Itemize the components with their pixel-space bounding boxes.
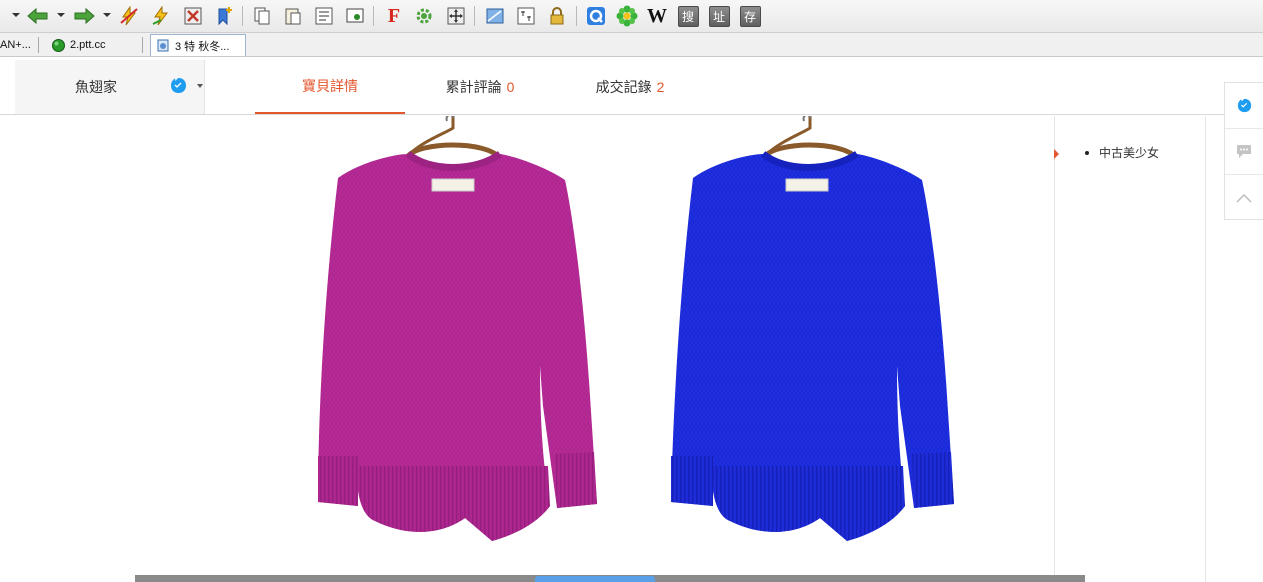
image-icon[interactable] xyxy=(484,5,506,27)
back-arrow-icon[interactable] xyxy=(27,5,49,27)
address-char-button[interactable]: 址 xyxy=(708,5,730,27)
lightning-refresh-icon[interactable] xyxy=(150,5,172,27)
product-main: 中古美少女 xyxy=(0,116,1263,582)
lightning-stop-icon[interactable] xyxy=(118,5,140,27)
shop-name: 魚翅家 xyxy=(75,80,117,96)
tab-label: 2.ptt.cc xyxy=(70,39,106,51)
close-page-icon[interactable] xyxy=(182,5,204,27)
chevron-up-icon xyxy=(1236,193,1252,203)
flash-label: F xyxy=(387,4,401,27)
page-icon xyxy=(157,39,169,52)
copy-icon[interactable] xyxy=(251,5,273,27)
transactions-count: 2 xyxy=(656,79,665,95)
wikipedia-label: W xyxy=(647,4,667,27)
gear-icon[interactable] xyxy=(413,5,435,27)
chat-wangwang-button[interactable] xyxy=(1225,83,1263,129)
tab-label: AN+... xyxy=(0,39,31,51)
tab-1[interactable]: AN+... xyxy=(0,34,38,56)
shop-info[interactable]: 魚翅家 xyxy=(15,60,205,114)
flower-icon[interactable] xyxy=(616,5,638,27)
chevron-down-icon[interactable] xyxy=(197,84,203,88)
list-item[interactable]: 中古美少女 xyxy=(1085,144,1159,161)
browser-tab-bar: AN+... 2.ptt.cc 3 特 秋冬... xyxy=(0,33,1263,57)
product-image xyxy=(318,116,954,541)
tab-transactions[interactable]: 成交記錄 2 xyxy=(555,60,705,114)
search-char-button[interactable]: 搜 xyxy=(677,5,699,27)
pin-add-icon[interactable] xyxy=(213,5,235,27)
related-column: 中古美少女 xyxy=(1054,116,1206,582)
bullet-icon xyxy=(1085,150,1089,155)
scrollbar-thumb[interactable] xyxy=(535,576,655,582)
translate-icon[interactable] xyxy=(515,5,537,27)
forward-dropdown-caret-icon[interactable] xyxy=(103,13,111,17)
tab-label: 3 特 秋冬... xyxy=(175,40,230,53)
magenta-sweater xyxy=(318,116,597,541)
floating-toolbar xyxy=(1224,82,1263,220)
globe-icon xyxy=(52,38,65,52)
lock-icon[interactable] xyxy=(546,5,568,27)
paste-icon[interactable] xyxy=(282,5,304,27)
reviews-count: 0 xyxy=(506,79,515,95)
kuaishou-icon[interactable] xyxy=(585,5,607,27)
page-list-icon[interactable] xyxy=(313,5,335,27)
back-to-top-button[interactable] xyxy=(1225,175,1263,221)
screenshot-icon[interactable] xyxy=(344,5,366,27)
fullscreen-icon[interactable] xyxy=(445,5,467,27)
comment-button[interactable] xyxy=(1225,129,1263,175)
tab-details[interactable]: 寶貝詳情 xyxy=(255,60,405,114)
tab-3-active[interactable]: 3 特 秋冬... xyxy=(150,34,246,56)
forward-arrow-icon[interactable] xyxy=(73,5,95,27)
save-char-button[interactable]: 存 xyxy=(739,5,761,27)
product-header: 魚翅家 寶貝詳情 累計評論 0 成交記錄 2 xyxy=(0,60,1263,115)
wangwang-icon xyxy=(1237,98,1251,113)
browser-toolbar: F W 搜 址 存 xyxy=(0,0,1263,33)
flash-icon[interactable]: F xyxy=(383,5,405,27)
wangwang-icon[interactable] xyxy=(170,77,187,94)
back-dropdown-caret-icon[interactable] xyxy=(57,13,65,17)
dropdown-caret-icon[interactable] xyxy=(12,13,20,17)
blue-sweater xyxy=(671,116,954,541)
list-item-label: 中古美少女 xyxy=(1099,146,1160,160)
tab-2[interactable]: 2.ptt.cc xyxy=(46,34,111,56)
wikipedia-icon[interactable]: W xyxy=(646,5,668,27)
arrow-right-icon xyxy=(1054,149,1059,159)
comment-icon xyxy=(1237,145,1251,158)
horizontal-scrollbar[interactable] xyxy=(135,575,1085,582)
tab-reviews[interactable]: 累計評論 0 xyxy=(405,60,555,114)
